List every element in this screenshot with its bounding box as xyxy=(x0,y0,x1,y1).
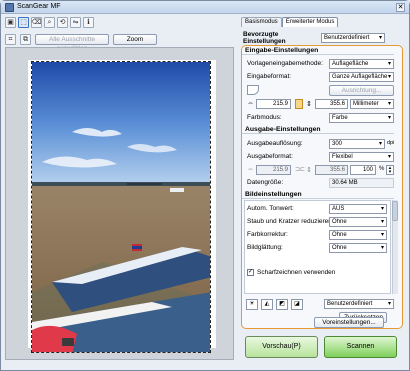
output-size-label: Ausgabeformat: xyxy=(247,153,293,160)
crop-toolbar: ⌗ ⧉ Alle Ausschnitte auswählen Zoom xyxy=(5,33,157,52)
tone-tools: ☀ ◭ ◩ ◪ xyxy=(246,299,303,310)
preferences-button[interactable]: Voreinstellungen... xyxy=(314,317,384,328)
title-bar: ScanGear MF ✕ xyxy=(1,1,409,14)
mirror-icon[interactable]: ⇋ xyxy=(70,17,81,28)
scroll-thumb[interactable] xyxy=(392,201,398,221)
image-settings-title: Bildeinstellungen xyxy=(242,191,394,199)
link-icon: ⊐⊏ xyxy=(295,167,306,173)
resolution-label: Ausgabeauflösung: xyxy=(247,140,303,147)
data-size-value: 30.64 MB xyxy=(329,178,394,188)
resolution-select[interactable]: 300 xyxy=(329,139,385,149)
view-thumbnail-icon[interactable]: ▣ xyxy=(5,17,16,28)
out-width-input[interactable]: 215.9 xyxy=(256,165,291,175)
crop-frame[interactable] xyxy=(31,61,211,353)
sharpen-checkbox[interactable]: ✓ xyxy=(247,269,254,276)
color-mode-label: Farbmodus: xyxy=(247,114,282,121)
fading-label: Farbkorrektur: xyxy=(247,231,288,238)
data-size-label: Datengröße: xyxy=(247,179,284,186)
sharpen-label: Scharfzeichnen verwenden xyxy=(257,269,336,276)
tone-curve-icon[interactable]: ◩ xyxy=(276,299,288,310)
rotate-icon[interactable]: ⟲ xyxy=(57,17,68,28)
select-all-frames-button[interactable]: Alle Ausschnitte auswählen xyxy=(35,33,109,52)
tab-advanced-mode[interactable]: Erweiterter Modus xyxy=(281,17,339,27)
resolution-unit: dpi xyxy=(387,140,395,146)
tab-basic-mode[interactable]: Basismodus xyxy=(241,17,282,27)
grain-select[interactable]: Ohne xyxy=(329,243,387,253)
histogram-icon[interactable]: ◭ xyxy=(261,299,273,310)
dust-label: Staub und Kratzer reduzieren: xyxy=(247,218,334,225)
favorites-row: Bevorzugte Einstellungen Benutzerdefinie… xyxy=(243,30,401,45)
input-settings-title: Eingabe-Einstellungen xyxy=(242,47,394,55)
settings-panel: Eingabe-Einstellungen Vorlageneingabemet… xyxy=(241,45,403,329)
info-icon[interactable]: ℹ xyxy=(83,17,94,28)
lock-aspect-icon[interactable] xyxy=(295,99,303,109)
out-height-icon: ⇕ xyxy=(306,167,312,174)
preview-button[interactable]: Vorschau(P) xyxy=(245,336,318,358)
out-width-icon: ⇔ xyxy=(247,166,254,173)
out-height-input[interactable]: 355.6 xyxy=(315,165,348,175)
scale-unit: % xyxy=(379,166,385,172)
orientation-icon xyxy=(247,85,259,95)
output-settings-title: Ausgabe-Einstellungen xyxy=(242,126,394,134)
close-icon[interactable]: ✕ xyxy=(396,3,405,12)
grain-label: Bildglättung: xyxy=(247,244,283,251)
scan-button[interactable]: Scannen xyxy=(324,336,397,358)
mode-tabs: Basismodus Erweiterter Modus xyxy=(241,17,339,27)
select-source-label: Vorlageneingabemethode: xyxy=(247,60,323,67)
zoom-icon[interactable]: ⌕ xyxy=(44,17,55,28)
eraser-icon[interactable]: ⌫ xyxy=(31,17,42,28)
dust-select[interactable]: Ohne xyxy=(329,217,387,227)
select-frame-icon[interactable]: ⬚ xyxy=(18,17,29,28)
height-icon: ⇕ xyxy=(306,101,312,108)
select-source-select[interactable]: Auflagefläche xyxy=(329,59,394,69)
width-icon: ⇔ xyxy=(247,100,254,107)
remove-frame-icon[interactable]: ⧉ xyxy=(20,33,31,45)
orientation-button[interactable]: Ausrichtung... xyxy=(329,85,394,96)
zoom-button[interactable]: Zoom xyxy=(113,33,157,45)
favorites-select[interactable]: Benutzerdefiniert xyxy=(321,32,385,43)
color-mode-select[interactable]: Farbe xyxy=(329,113,394,123)
favorites-label: Bevorzugte Einstellungen xyxy=(243,30,286,45)
preview-toolbar: ▣ ⬚ ⌫ ⌕ ⟲ ⇋ ℹ xyxy=(5,17,94,29)
width-input[interactable]: 215.9 xyxy=(256,99,291,109)
height-input[interactable]: 355.6 xyxy=(315,99,348,109)
paper-size-select[interactable]: Ganze Auflagefläche xyxy=(329,72,394,82)
unit-select[interactable]: Millimeter xyxy=(350,99,394,109)
paper-size-label: Eingabeformat: xyxy=(247,73,292,80)
custom-select[interactable]: Benutzerdefiniert xyxy=(324,299,394,309)
scangear-window: ScanGear MF ✕ ▣ ⬚ ⌫ ⌕ ⟲ ⇋ ℹ ⌗ ⧉ Alle Aus… xyxy=(0,0,410,371)
auto-tone-label: Autom. Tonwert: xyxy=(247,205,294,212)
brightness-icon[interactable]: ☀ xyxy=(246,299,258,310)
app-icon xyxy=(5,3,14,12)
scale-input[interactable]: 100 xyxy=(350,165,376,175)
auto-tone-select[interactable]: AUS xyxy=(329,204,387,214)
auto-crop-icon[interactable]: ⌗ xyxy=(5,33,16,45)
window-title: ScanGear MF xyxy=(17,3,61,10)
threshold-icon[interactable]: ◪ xyxy=(291,299,303,310)
output-size-select[interactable]: Flexibel xyxy=(329,152,394,162)
scale-spinner[interactable]: ▴ ▾ xyxy=(386,165,394,175)
fading-select[interactable]: Ohne xyxy=(329,230,387,240)
